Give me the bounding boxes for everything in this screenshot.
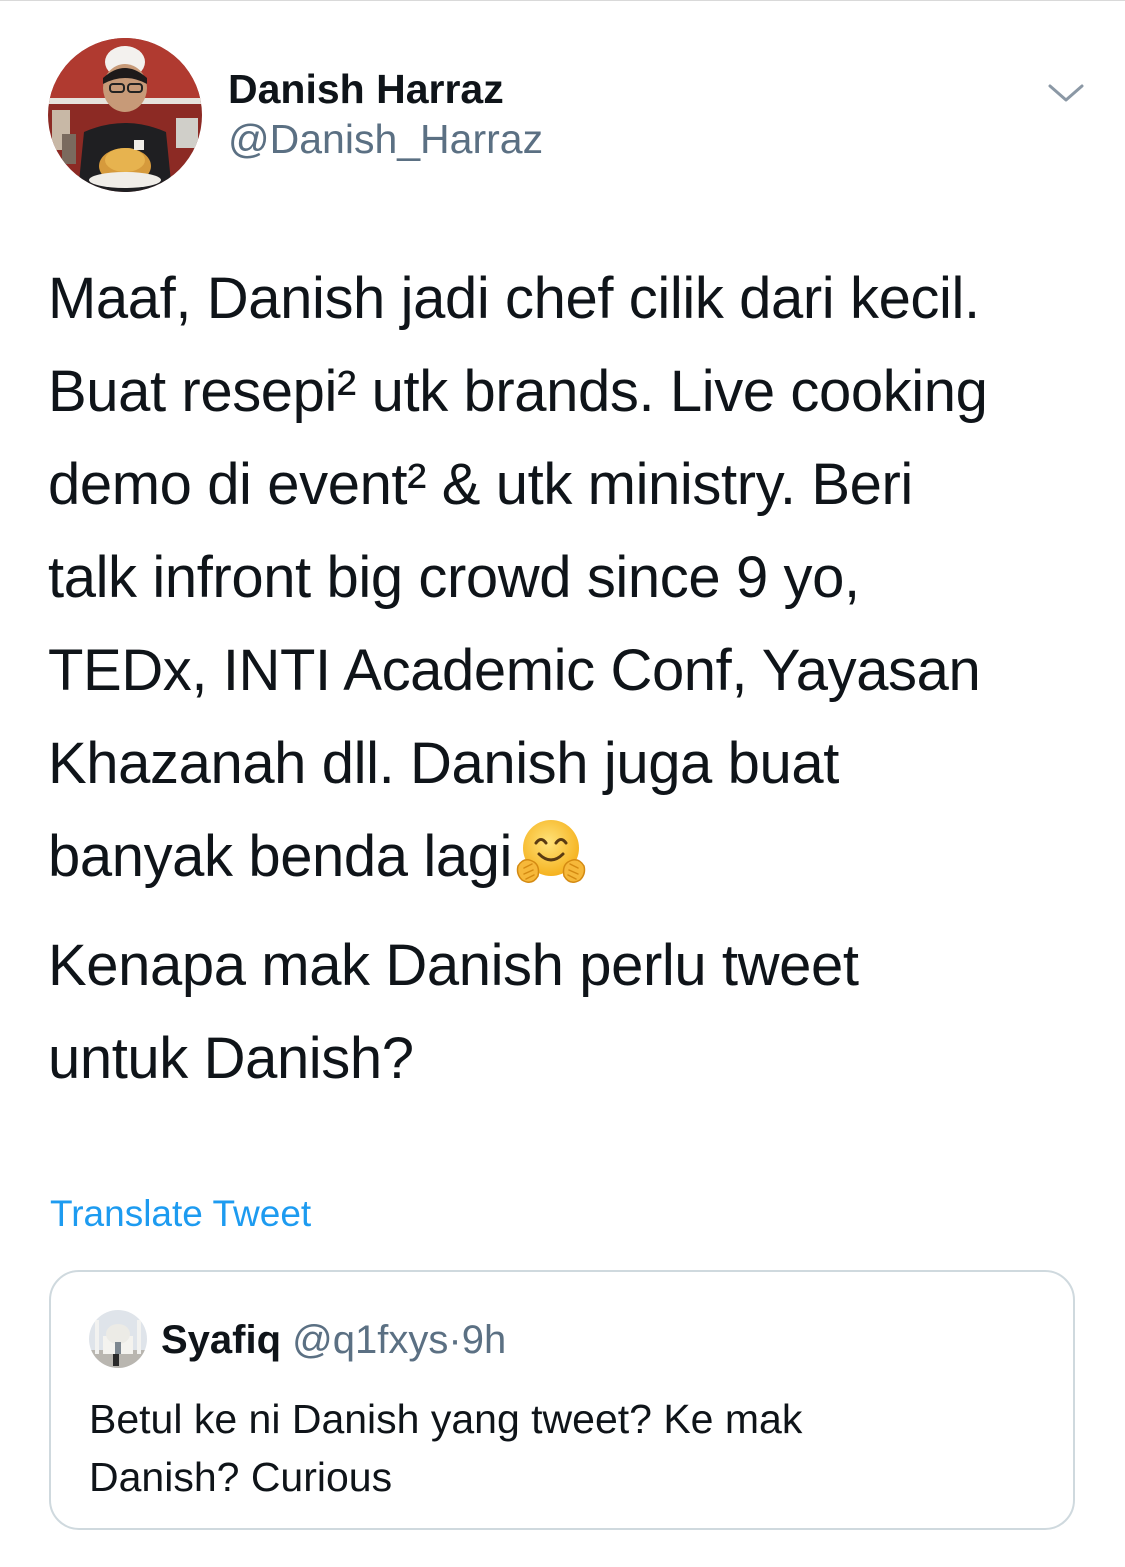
translate-tweet-link[interactable]: Translate Tweet — [50, 1190, 311, 1238]
tweet-line: Buat resepi² utk brands. Live cooking — [48, 359, 988, 424]
tweet-line: TEDx, INTI Academic Conf, Yayasan — [48, 638, 981, 703]
author-display-name[interactable]: Danish Harraz — [228, 64, 543, 114]
quoted-text-line: Betul ke ni Danish yang tweet? Ke mak — [89, 1396, 803, 1442]
tweet-line: Kenapa mak Danish perlu tweet — [48, 933, 859, 998]
tweet-text: Maaf, Danish jadi chef cilik dari kecil.… — [48, 252, 1088, 1105]
profile-photo-chef-icon — [48, 38, 202, 192]
quoted-tweet-card[interactable]: Syafiq @q1fxys·9h Betul ke ni Danish yan… — [49, 1270, 1075, 1530]
author-names: Danish Harraz @Danish_Harraz — [228, 64, 543, 164]
tweet-line: Maaf, Danish jadi chef cilik dari kecil. — [48, 266, 980, 331]
tweet-line: Khazanah dll. Danish juga buat — [48, 731, 839, 796]
quoted-display-name[interactable]: Syafiq — [161, 1318, 281, 1362]
tweet-line: demo di event² & utk ministry. Beri — [48, 452, 913, 517]
quoted-author-avatar[interactable] — [89, 1310, 147, 1368]
top-divider — [0, 0, 1125, 1]
author-avatar[interactable] — [48, 38, 202, 192]
tweet-header: Danish Harraz @Danish_Harraz — [48, 38, 1088, 194]
author-handle[interactable]: @Danish_Harraz — [228, 114, 543, 164]
quoted-text-line: Danish? Curious — [89, 1454, 393, 1500]
hugging-face-emoji-icon — [516, 820, 586, 883]
chevron-down-icon — [1048, 84, 1084, 102]
more-options-button[interactable] — [1044, 78, 1088, 108]
quoted-tweet-text: Betul ke ni Danish yang tweet? Ke mak Da… — [89, 1390, 1039, 1506]
quoted-timestamp[interactable]: 9h — [462, 1318, 507, 1362]
tweet-line: untuk Danish? — [48, 1026, 414, 1091]
tweet-line-with-emoji: banyak benda lagi — [48, 810, 1088, 903]
tweet-line: talk infront big crowd since 9 yo, — [48, 545, 860, 610]
tweet-paragraph-1: Maaf, Danish jadi chef cilik dari kecil.… — [48, 252, 1088, 903]
tweet-line-text: banyak benda lagi — [48, 824, 513, 889]
mosque-photo-icon — [89, 1310, 147, 1368]
quoted-separator: · — [448, 1318, 462, 1362]
quoted-tweet-header: Syafiq @q1fxys·9h — [161, 1316, 506, 1364]
quoted-handle[interactable]: @q1fxys — [292, 1318, 448, 1362]
tweet-paragraph-2: Kenapa mak Danish perlu tweet untuk Dani… — [48, 919, 1088, 1105]
